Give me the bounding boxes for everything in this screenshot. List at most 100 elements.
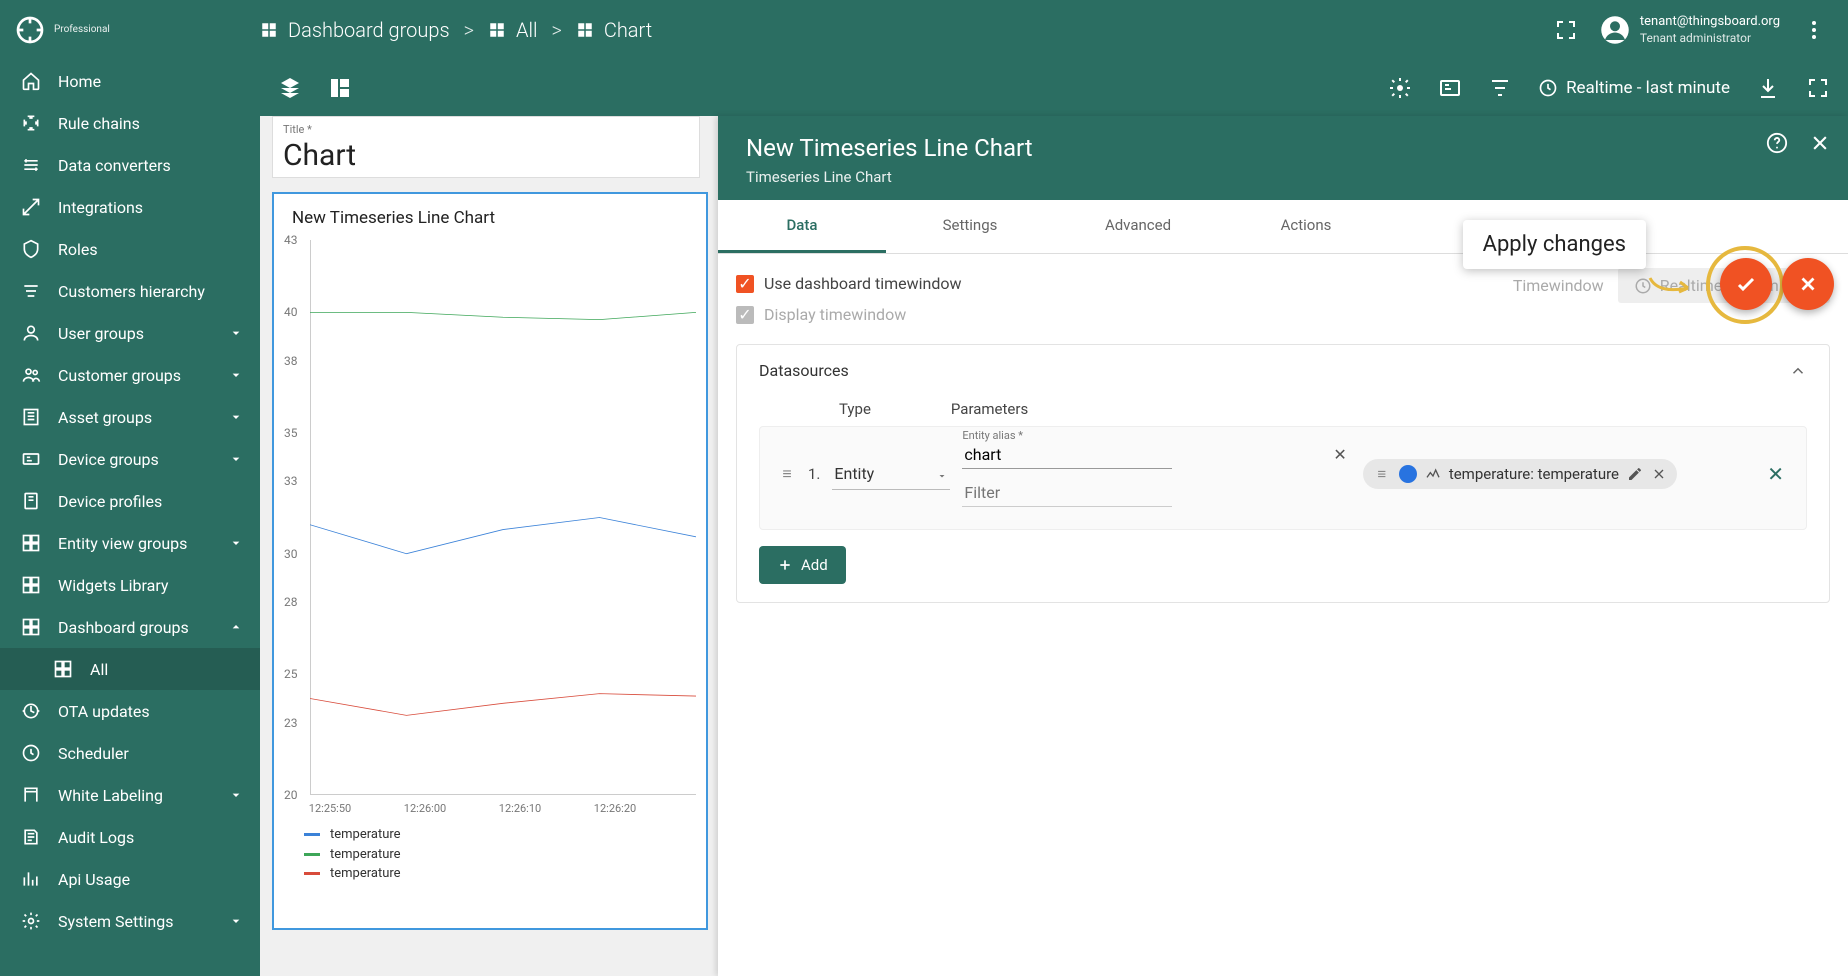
close-icon[interactable] (1810, 133, 1830, 153)
sidebar-item-integrations[interactable]: Integrations (0, 186, 260, 228)
tab-settings[interactable]: Settings (886, 200, 1054, 253)
timewindow-label: Timewindow (1513, 276, 1604, 295)
sidebar-icon (20, 868, 42, 890)
breadcrumb-root[interactable]: Dashboard groups (260, 18, 450, 42)
more-vert-icon[interactable] (1802, 18, 1826, 42)
chevron-up-icon[interactable] (1789, 362, 1807, 380)
sidebar-icon (20, 238, 42, 260)
sidebar-item-home[interactable]: Home (0, 60, 260, 102)
breadcrumb-leaf[interactable]: Chart (576, 18, 652, 42)
panel-tabs: DataSettingsAdvancedActions (718, 200, 1848, 254)
chevron-down-icon (228, 409, 244, 425)
dashboard-title-field[interactable]: Title * Chart (272, 116, 700, 178)
y-tick-label: 30 (284, 547, 298, 561)
entity-alias-input[interactable] (962, 441, 1172, 469)
sidebar-item-scheduler[interactable]: Scheduler (0, 732, 260, 774)
sidebar-item-audit-logs[interactable]: Audit Logs (0, 816, 260, 858)
gear-icon[interactable] (1388, 76, 1412, 100)
sidebar-item-entity-view-groups[interactable]: Entity view groups (0, 522, 260, 564)
sidebar-item-label: Widgets Library (58, 576, 168, 595)
color-dot-icon[interactable] (1399, 465, 1417, 483)
layers-icon[interactable] (278, 76, 302, 100)
legend-swatch-icon (304, 853, 320, 856)
layout-icon[interactable] (328, 76, 352, 100)
sidebar-item-device-profiles[interactable]: Device profiles (0, 480, 260, 522)
use-dashboard-timewindow-checkbox[interactable]: ✓ Use dashboard timewindow (736, 268, 1513, 299)
chevron-down-icon (228, 367, 244, 383)
datakey-chip[interactable]: ≡ temperature: temperature (1363, 459, 1677, 489)
sidebar-item-data-converters[interactable]: Data converters (0, 144, 260, 186)
entity-alias-icon[interactable] (1438, 76, 1462, 100)
help-icon[interactable] (1766, 132, 1788, 154)
timewindow-button[interactable]: Realtime - last minute (1538, 78, 1730, 98)
cancel-changes-button[interactable] (1782, 258, 1834, 310)
datasource-type-select[interactable]: Entity (832, 458, 950, 490)
filter-field[interactable] (962, 479, 1350, 507)
sidebar-item-rule-chains[interactable]: Rule chains (0, 102, 260, 144)
sidebar-item-label: Rule chains (58, 114, 140, 133)
user-menu[interactable]: tenant@thingsboard.org Tenant administra… (1600, 14, 1780, 45)
sidebar-icon (20, 574, 42, 596)
sidebar-item-user-groups[interactable]: User groups (0, 312, 260, 354)
row-index: 1. (808, 465, 820, 483)
entity-alias-field[interactable]: Entity alias * ✕ (962, 441, 1350, 469)
y-tick-label: 25 (284, 667, 298, 681)
panel-subtitle: Timeseries Line Chart (746, 168, 1820, 186)
logo-icon (14, 14, 46, 46)
sidebar-item-label: OTA updates (58, 702, 150, 721)
brand-logo[interactable]: ThingsBoard Professional (0, 14, 260, 46)
sidebar-item-device-groups[interactable]: Device groups (0, 438, 260, 480)
breadcrumb-mid[interactable]: All (488, 18, 537, 42)
fullscreen-icon[interactable] (1554, 18, 1578, 42)
tab-data[interactable]: Data (718, 200, 886, 253)
sidebar-item-label: Integrations (58, 198, 143, 217)
sidebar-item-ota-updates[interactable]: OTA updates (0, 690, 260, 732)
drag-handle-icon[interactable]: ≡ (778, 464, 796, 484)
add-datasource-button[interactable]: Add (759, 546, 846, 584)
close-icon (1797, 273, 1819, 295)
drag-handle-icon[interactable]: ≡ (1373, 465, 1391, 483)
widget-preview[interactable]: New Timeseries Line Chart 20232528303335… (272, 192, 708, 930)
sidebar-item-widgets-library[interactable]: Widgets Library (0, 564, 260, 606)
sidebar-icon (20, 70, 42, 92)
apply-changes-button[interactable] (1720, 258, 1772, 310)
export-icon[interactable] (1756, 76, 1780, 100)
x-tick-label: 12:25:50 (309, 802, 351, 815)
breadcrumb-sep: > (551, 18, 561, 42)
edit-icon[interactable] (1627, 466, 1643, 482)
sidebar-item-all[interactable]: All (0, 648, 260, 690)
sidebar-icon (20, 616, 42, 638)
sidebar-item-system-settings[interactable]: System Settings (0, 900, 260, 942)
y-tick-label: 35 (284, 426, 298, 440)
tab-actions[interactable]: Actions (1222, 200, 1390, 253)
checkbox-disabled-icon: ✓ (736, 306, 754, 324)
sidebar-item-dashboard-groups[interactable]: Dashboard groups (0, 606, 260, 648)
filter-icon[interactable] (1488, 76, 1512, 100)
user-role: Tenant administrator (1640, 31, 1780, 46)
clear-icon[interactable]: ✕ (1333, 445, 1346, 464)
clock-icon (1538, 78, 1558, 98)
chevron-down-icon (228, 535, 244, 551)
chevron-up-icon (228, 619, 244, 635)
remove-datasource-icon[interactable]: ✕ (1763, 462, 1788, 486)
filter-input[interactable] (962, 479, 1172, 507)
sidebar-item-label: Audit Logs (58, 828, 134, 847)
sidebar-item-api-usage[interactable]: Api Usage (0, 858, 260, 900)
sidebar-item-label: System Settings (58, 912, 173, 931)
col-params: Parameters (951, 400, 1028, 418)
sidebar-item-customers-hierarchy[interactable]: Customers hierarchy (0, 270, 260, 312)
fullscreen-icon[interactable] (1806, 76, 1830, 100)
sidebar-icon (20, 364, 42, 386)
sidebar-item-white-labeling[interactable]: White Labeling (0, 774, 260, 816)
sidebar-item-asset-groups[interactable]: Asset groups (0, 396, 260, 438)
dropdown-arrow-icon (936, 470, 948, 482)
y-tick-label: 23 (284, 716, 298, 730)
tab-advanced[interactable]: Advanced (1054, 200, 1222, 253)
sidebar-item-roles[interactable]: Roles (0, 228, 260, 270)
remove-chip-icon[interactable] (1651, 466, 1667, 482)
apply-changes-tooltip: Apply changes (1463, 220, 1646, 269)
check-icon (1734, 272, 1758, 296)
sidebar-icon (20, 406, 42, 428)
sidebar-item-customer-groups[interactable]: Customer groups (0, 354, 260, 396)
app-header: ThingsBoard Professional Dashboard group… (0, 0, 1848, 60)
